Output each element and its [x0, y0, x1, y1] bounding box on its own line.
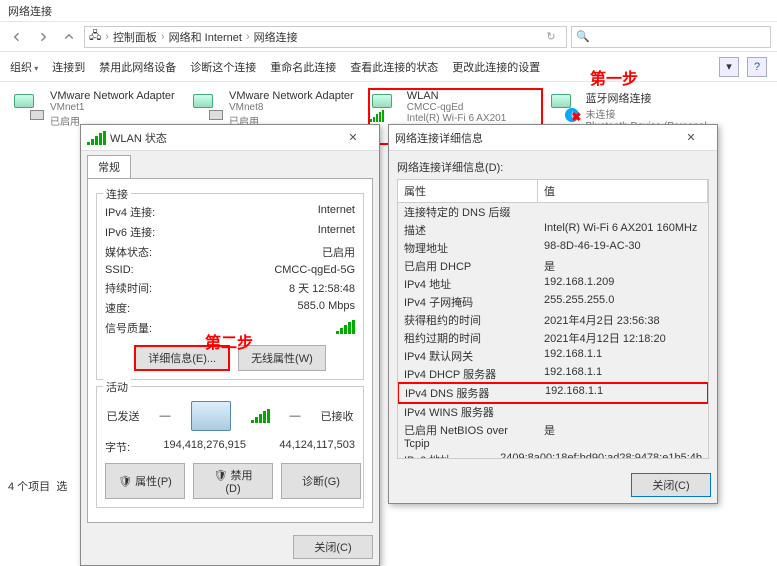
close-button[interactable]: 关闭(C)	[293, 535, 373, 559]
recv-label: 已接收	[321, 408, 354, 424]
back-button[interactable]	[6, 26, 28, 48]
breadcrumb-seg[interactable]: 网络和 Internet	[169, 29, 242, 45]
column-header[interactable]: 属性	[398, 180, 538, 202]
organize-menu[interactable]: 组织	[10, 59, 38, 75]
signal-icon	[87, 131, 106, 145]
diagnose-button[interactable]: 诊断这个连接	[190, 59, 256, 75]
forward-button[interactable]	[32, 26, 54, 48]
detail-row[interactable]: IPv4 子网掩码255.255.255.0	[398, 293, 708, 311]
chevron-right-icon: ›	[105, 31, 109, 43]
bytes-sent-value: 194,418,276,915	[163, 439, 246, 455]
detail-row[interactable]: 已启用 NetBIOS over Tcpip是	[398, 421, 708, 451]
up-button[interactable]	[58, 26, 80, 48]
status-row: 持续时间:8 天 12:58:48	[105, 278, 355, 298]
help-icon[interactable]: ?	[747, 57, 767, 77]
list-label: 网络连接详细信息(D):	[397, 159, 709, 175]
details-list[interactable]: 属性 值 连接特定的 DNS 后缀描述Intel(R) Wi-Fi 6 AX20…	[397, 179, 709, 459]
pc-icon	[191, 401, 231, 431]
signal-icon	[251, 409, 270, 423]
bytes-label: 字节:	[105, 439, 130, 455]
toolbar: 组织 连接到 禁用此网络设备 诊断这个连接 重命名此连接 查看此连接的状态 更改…	[0, 52, 777, 82]
status-bar: 4 个项目 选	[8, 478, 67, 494]
annotation-step1: 第一步	[590, 65, 638, 89]
status-row: 媒体状态:已启用	[105, 242, 355, 262]
refresh-icon[interactable]: ↻	[540, 26, 562, 48]
group-label: 连接	[103, 186, 131, 202]
window-title: 网络连接	[0, 0, 777, 22]
detail-row[interactable]: 租约过期的时间2021年4月12日 12:18:20	[398, 329, 708, 347]
properties-button[interactable]: 🛡 属性(P)	[105, 463, 185, 499]
adapter-icon	[191, 90, 223, 122]
search-input[interactable]: 🔍	[571, 26, 771, 48]
network-details-dialog: 网络连接详细信息 ✕ 网络连接详细信息(D): 属性 值 连接特定的 DNS 后…	[388, 124, 718, 504]
change-settings-button[interactable]: 更改此连接的设置	[452, 59, 540, 75]
annotation-step2: 第二步	[205, 329, 253, 353]
sent-label: 已发送	[107, 408, 140, 424]
breadcrumb-seg[interactable]: 控制面板	[113, 29, 157, 45]
detail-row[interactable]: IPv4 WINS 服务器	[398, 403, 708, 421]
breadcrumb-seg[interactable]: 网络连接	[254, 29, 298, 45]
network-icon: 🖧	[89, 27, 101, 46]
detail-row[interactable]: IPv6 地址2409:8a00:18ef:bd90:ad28:9478:e1b…	[398, 451, 708, 459]
connect-to-button[interactable]: 连接到	[52, 59, 85, 75]
tab-general[interactable]: 常规	[87, 155, 131, 178]
close-icon[interactable]: ✕	[671, 131, 711, 144]
adapter-icon	[370, 90, 401, 122]
search-icon: 🔍	[576, 30, 590, 43]
adapter-icon	[12, 90, 44, 122]
disable-button[interactable]: 🛡 禁用(D)	[193, 463, 273, 499]
status-row: 速度:585.0 Mbps	[105, 298, 355, 318]
column-header[interactable]: 值	[538, 180, 708, 202]
detail-row[interactable]: IPv4 地址192.168.1.209	[398, 275, 708, 293]
view-status-button[interactable]: 查看此连接的状态	[350, 59, 438, 75]
group-label: 活动	[103, 379, 131, 395]
detail-row[interactable]: IPv4 DHCP 服务器192.168.1.1	[398, 365, 708, 383]
detail-row[interactable]: 获得租约的时间2021年4月2日 23:56:38	[398, 311, 708, 329]
detail-row[interactable]: IPv4 DNS 服务器192.168.1.1	[397, 382, 709, 404]
close-button[interactable]: 关闭(C)	[631, 473, 711, 497]
breadcrumb[interactable]: 🖧 › 控制面板 › 网络和 Internet › 网络连接 ↻	[84, 26, 567, 48]
chevron-right-icon: ›	[161, 31, 165, 43]
rename-button[interactable]: 重命名此连接	[270, 59, 336, 75]
detail-row[interactable]: 连接特定的 DNS 后缀	[398, 203, 708, 221]
close-icon[interactable]: ✕	[333, 131, 373, 144]
status-row: SSID:CMCC-qgEd-5G	[105, 262, 355, 278]
chevron-right-icon: ›	[246, 31, 250, 43]
dialog-title: 网络连接详细信息	[395, 130, 483, 146]
detail-row[interactable]: IPv4 默认网关192.168.1.1	[398, 347, 708, 365]
status-row: IPv6 连接:Internet	[105, 222, 355, 242]
detail-row[interactable]: 物理地址98-8D-46-19-AC-30	[398, 239, 708, 257]
detail-row[interactable]: 已启用 DHCP是	[398, 257, 708, 275]
diagnose-button[interactable]: 诊断(G)	[281, 463, 361, 499]
adapter-icon: ᚼ✖	[549, 90, 579, 122]
disable-device-button[interactable]: 禁用此网络设备	[99, 59, 176, 75]
status-row: IPv4 连接:Internet	[105, 202, 355, 222]
bytes-recv-value: 44,124,117,503	[279, 439, 355, 455]
address-bar: 🖧 › 控制面板 › 网络和 Internet › 网络连接 ↻ 🔍	[0, 22, 777, 52]
dialog-title: WLAN 状态	[110, 130, 167, 146]
view-menu-icon[interactable]: ▾	[719, 57, 739, 77]
detail-row[interactable]: 描述Intel(R) Wi-Fi 6 AX201 160MHz	[398, 221, 708, 239]
